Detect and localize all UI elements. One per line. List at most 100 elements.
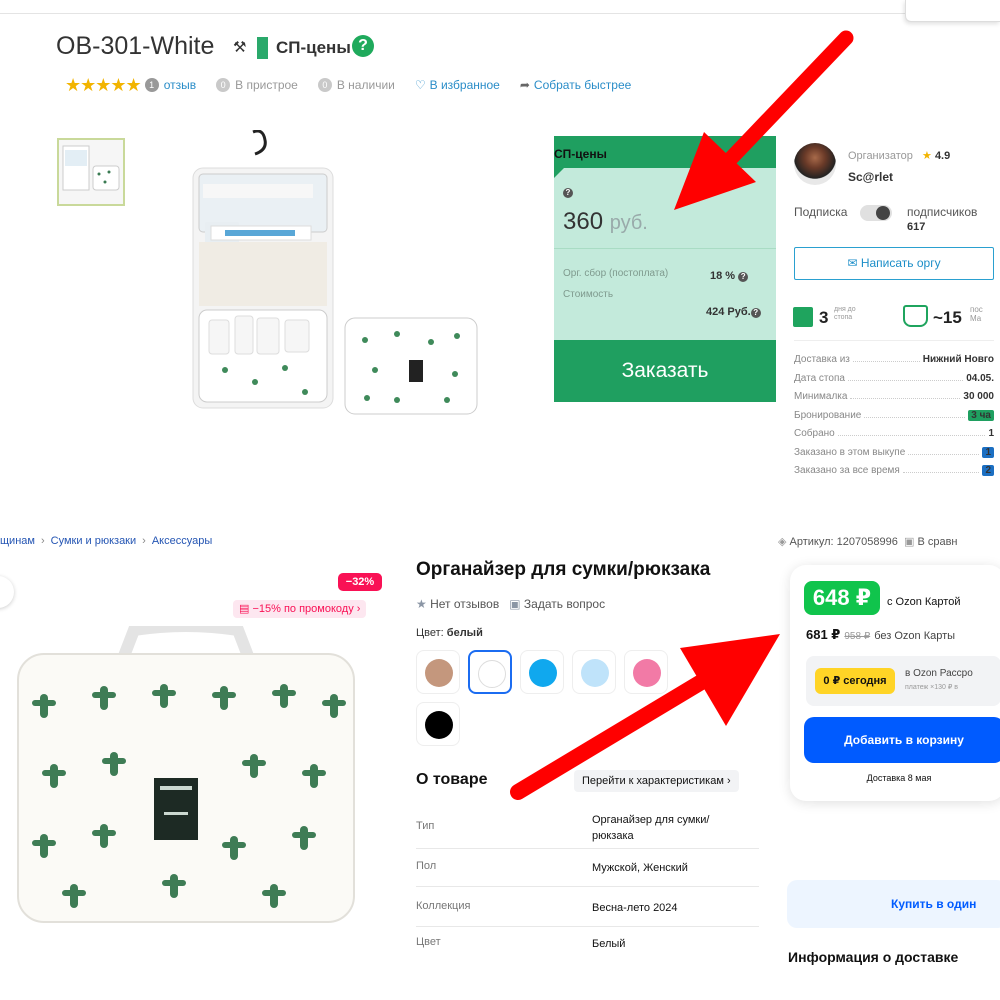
sp-price: 360 руб. [563,208,648,236]
org-fee-text: 18 % [710,270,736,282]
gallery-prev-button[interactable] [0,576,14,608]
reviews-row: ★ Нет отзывов ▣ Задать вопрос [416,597,605,611]
dotted-leader [864,410,966,418]
info-row-value: 1 [988,428,994,439]
collect-faster-link[interactable]: ➦ Собрать быстрее [520,78,631,92]
cost-value: 424 Руб.? [706,306,761,318]
dotted-leader [908,447,980,455]
organizer-rating: ★ 4.9 [922,149,950,162]
write-organizer-label: Написать оргу [860,256,941,270]
share-arrow-icon: ➦ [519,78,530,92]
collect-faster-label: Собрать быстрее [533,78,632,92]
star-icon: ★ [922,150,932,162]
old-price: 958 ₽ [844,631,871,642]
corner-popup-card [905,0,1000,22]
product-image[interactable] [14,620,359,926]
dotted-leader [850,391,961,399]
purchase-info-row: Минималка 30 000 [794,391,994,402]
ozon-card-label: с Ozon Картой [887,596,961,608]
divider [416,886,759,887]
purchase-info-row: Доставка из Нижний Новго [794,354,994,365]
price-help-icon[interactable]: ? [563,188,573,198]
cost-text: 424 Руб. [706,306,751,318]
chevron-right-icon: › [356,603,361,615]
promo-text: −15% по промокоду [252,603,354,615]
installment-title: в Ozon Рассро [905,668,973,679]
dotted-leader [837,428,986,436]
product-thumbnail[interactable] [57,138,125,206]
top-divider [0,13,905,14]
info-row-label: Собрано [794,428,835,439]
subscription-toggle[interactable] [860,205,892,221]
info-row-label: Заказано за все время [794,465,900,476]
divider [554,248,776,249]
subscribers-label: подписчиков [907,205,978,219]
purchase-info-row: Собрано 1 [794,428,994,439]
info-row-value: 2 [982,465,994,476]
org-fee-value: 18 % ? [710,270,749,282]
breadcrumb-item[interactable]: Аксессуары [152,535,212,547]
instock-link[interactable]: 0 В наличии [317,78,395,92]
days-to-stop-number: 3 [819,308,829,327]
product-code-title: OB-301-White [56,32,215,60]
info-row-value: 1 [982,446,994,458]
help-icon[interactable]: ? [352,35,374,57]
breadcrumb-item[interactable]: щинам [0,535,35,547]
favorite-label: В избранное [429,78,500,92]
without-card-label: без Ozon Карты [874,630,956,642]
info-row-label: Доставка из [794,354,850,365]
about-product-title: О товаре [416,771,488,788]
reviews-link[interactable]: 1 отзыв [144,78,196,92]
sp-prices-label: СП-цены [276,38,351,57]
instock-count: 0 [317,78,332,92]
help-icon[interactable]: ? [738,272,749,282]
info-row-value: Нижний Новго [922,354,994,365]
price-value: 360 [563,208,604,235]
product-meta-row: ★★★★★ 1 отзыв 0 В пристрое 0 В наличии ♡ В и… [65,75,651,95]
color-swatch[interactable] [416,650,460,694]
no-reviews-link[interactable]: Нет отзывов [430,597,499,611]
discount-badge: −32% [338,573,382,591]
ozon-product-screenshot: щинам › Сумки и рюкзаки › Аксессуары ◈ Артик… [0,480,1000,1000]
promo-badge[interactable]: ▤ −15% по промокоду › [233,600,367,618]
article-row: ◈ Артикул: 1207058996 ▣ В сравн [778,535,957,548]
order-button[interactable]: Заказать [554,340,776,402]
buy-one-click-button[interactable]: Купить в один [787,880,1000,928]
color-label: Цвет: белый [416,627,483,639]
share-icon[interactable]: ◈ [778,536,786,548]
wrench-icon[interactable]: ⚒ [233,38,246,56]
price-card-title: СП-цены [554,147,607,161]
color-swatch[interactable] [416,702,460,746]
envelope-icon: ✉ [847,256,858,270]
days-to-stop-label: дня до стопа [834,306,856,321]
reviews-count: 1 [144,78,159,92]
pristroy-count: 0 [216,78,231,92]
regular-price-row: 681 ₽958 ₽ без Ozon Карты [806,627,955,643]
add-to-cart-button[interactable]: Добавить в корзину [804,717,1000,763]
help-icon[interactable]: ? [750,308,761,318]
article-number[interactable]: Артикул: 1207058996 [790,536,898,548]
ticket-icon: ▤ [239,603,250,615]
compare-icon: ▣ [903,536,915,548]
pristroy-link[interactable]: 0 В пристрое [216,78,298,92]
ask-question-link[interactable]: Задать вопрос [524,597,605,611]
chevron-right-icon: › [40,535,45,547]
chat-icon: ▣ [509,597,521,611]
characteristic-label: Коллекция [416,900,471,912]
compare-link[interactable]: В сравн [917,536,957,548]
characteristic-label: Пол [416,860,437,872]
write-organizer-button[interactable]: ✉ Написать оргу [794,247,994,280]
favorite-link[interactable]: ♡ В избранное [415,78,500,92]
info-row-value: 30 000 [963,391,994,402]
approx-label: пос Ма [970,305,983,323]
red-arrow-bottom [510,634,780,800]
color-value: белый [446,627,483,639]
divider [794,340,994,341]
color-label-text: Цвет: [416,627,444,639]
sp-marker-icon [257,37,268,59]
characteristic-label: Цвет [416,936,441,948]
pay-today-badge: 0 ₽ сегодня [815,668,895,694]
product-main-image[interactable] [185,129,485,420]
dotted-leader [902,465,980,473]
breadcrumb-item[interactable]: Сумки и рюкзаки [51,535,137,547]
